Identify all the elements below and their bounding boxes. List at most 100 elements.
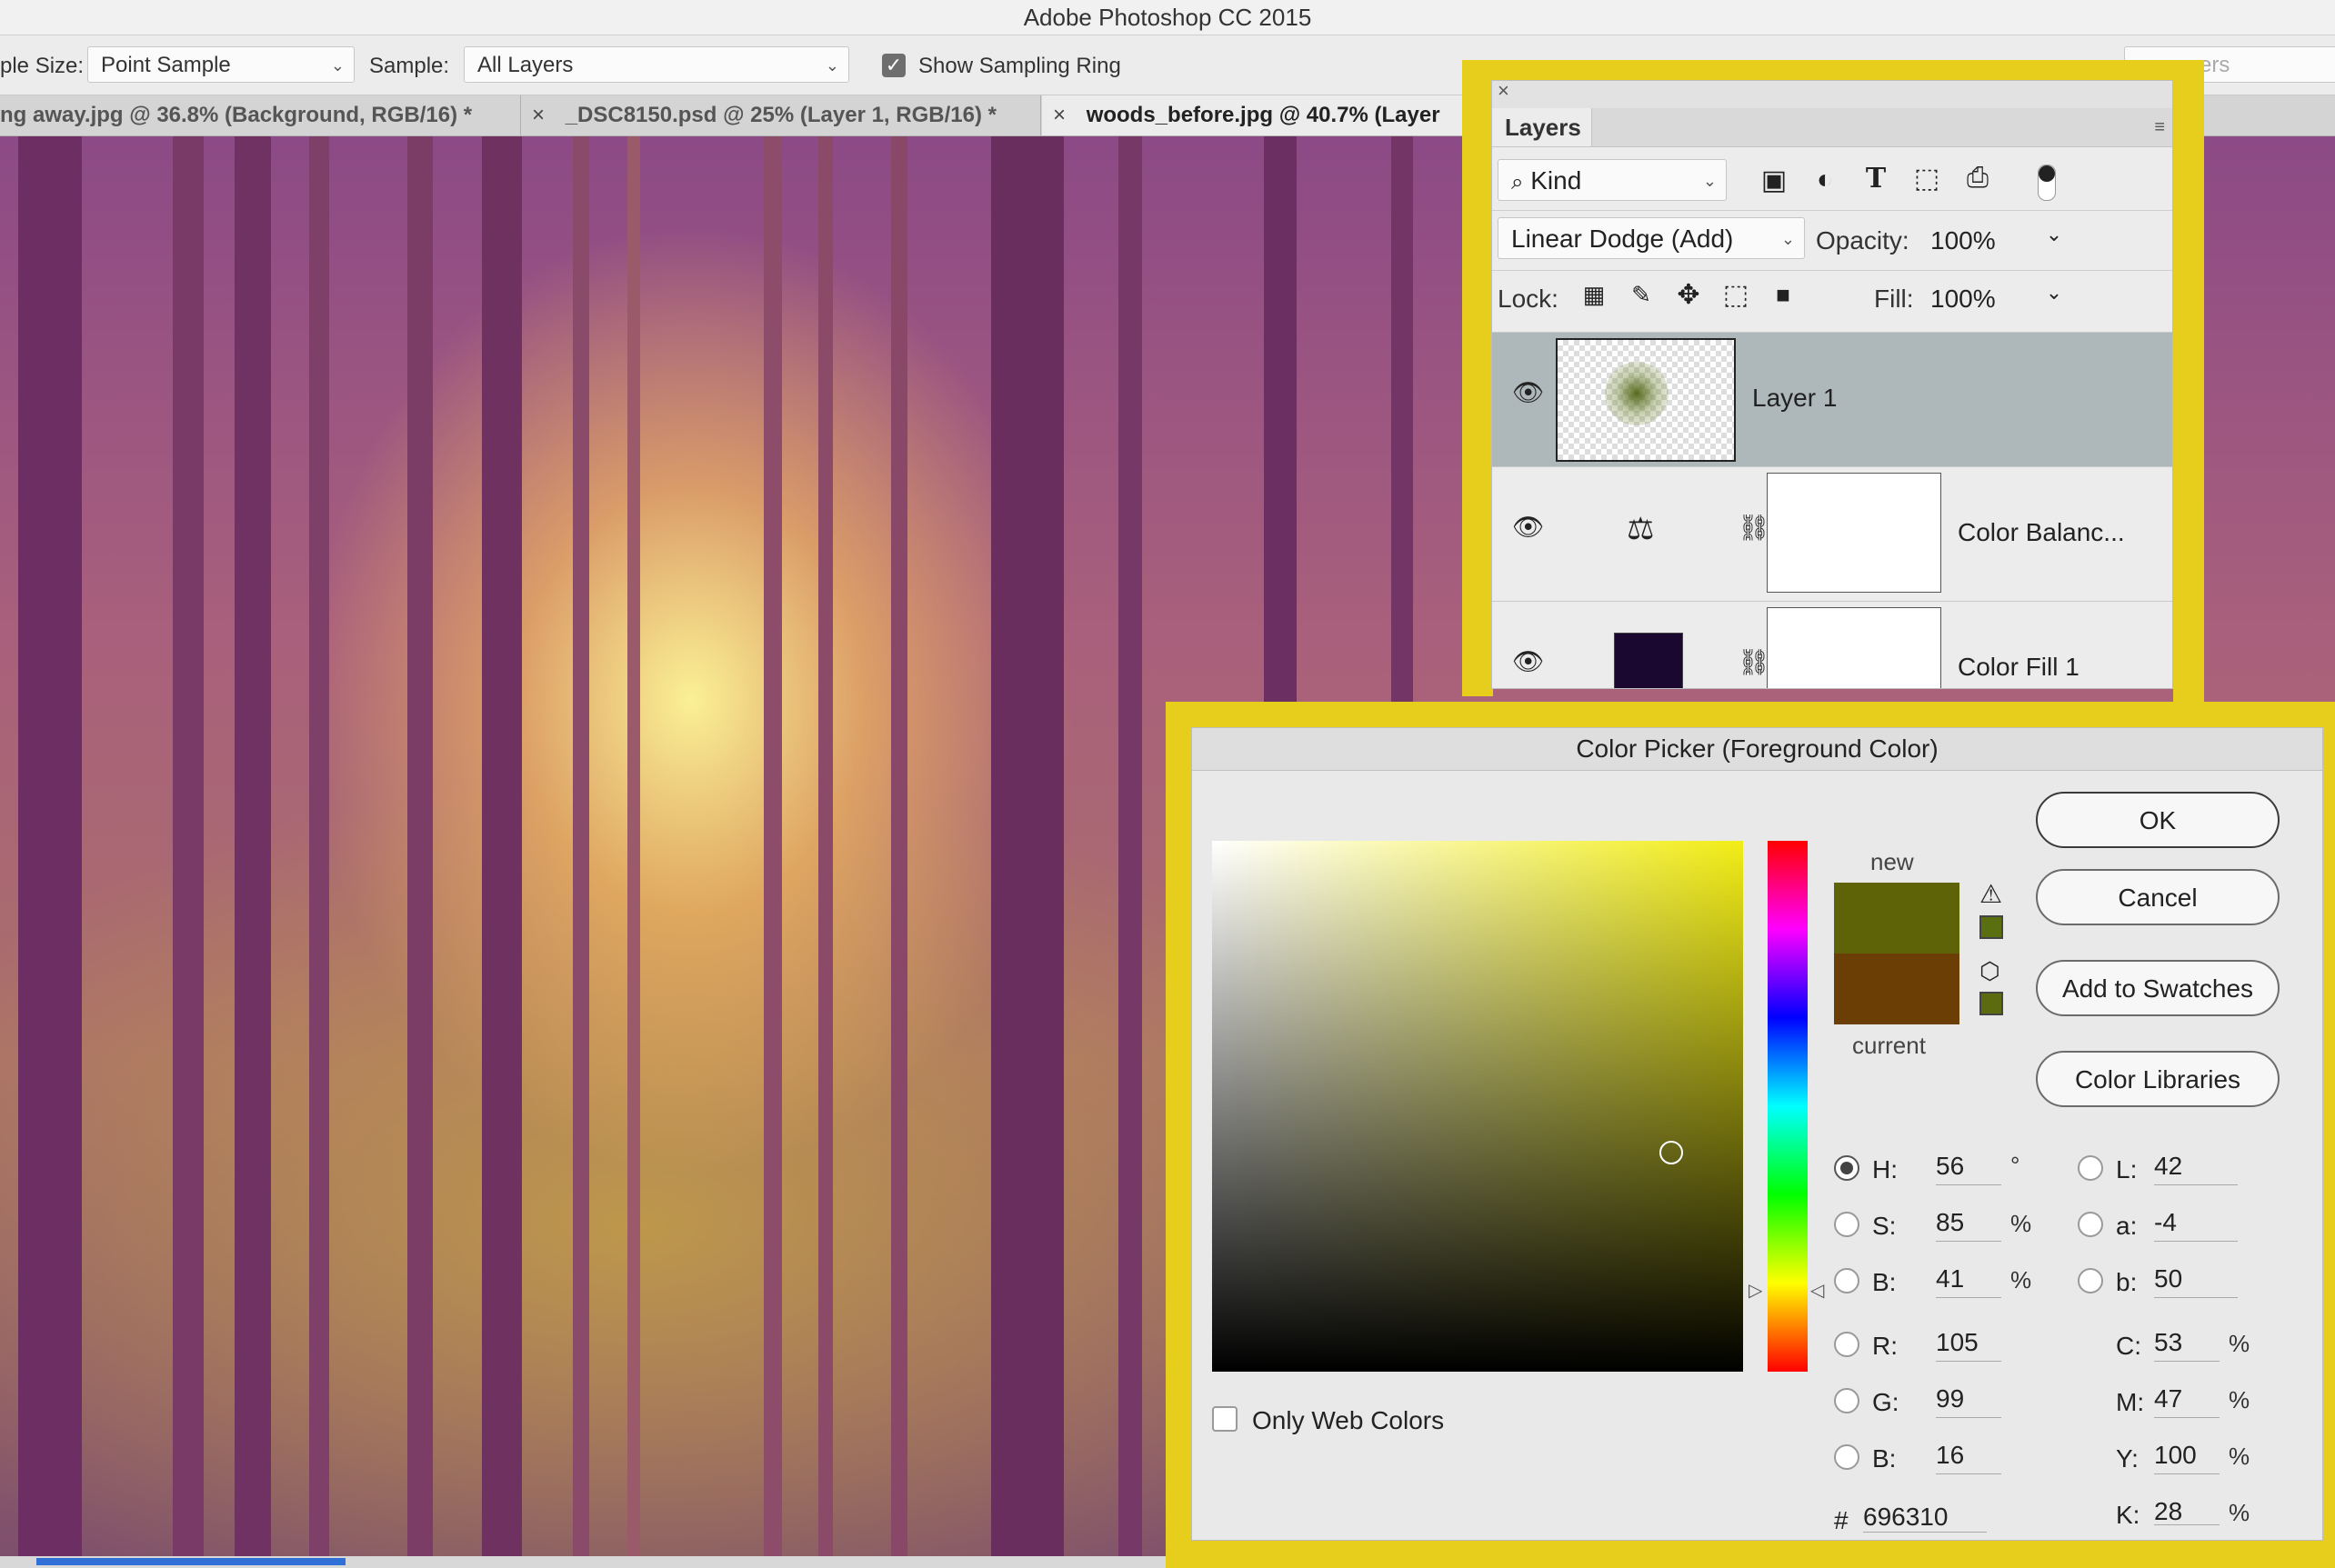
color-fill-swatch bbox=[1614, 633, 1683, 688]
green-field[interactable]: 99 bbox=[1936, 1381, 2001, 1418]
chevron-down-icon[interactable]: ⌄ bbox=[2038, 281, 2070, 305]
brightness-radio[interactable] bbox=[1834, 1268, 1859, 1293]
search-icon: ⌕ bbox=[1511, 170, 1524, 195]
lock-artboard-icon[interactable]: ⬚ bbox=[1719, 279, 1752, 311]
cyan-field[interactable]: 53 bbox=[2154, 1324, 2220, 1362]
chevron-down-icon: ⌄ bbox=[825, 56, 839, 75]
highlight-frame bbox=[1166, 1540, 2335, 1568]
tree-trunk bbox=[573, 136, 589, 1559]
document-tab-1[interactable]: ng away.jpg @ 36.8% (Background, RGB/16)… bbox=[0, 95, 521, 135]
saturation-label: S: bbox=[1872, 1212, 1897, 1240]
layer-row-color-fill[interactable]: 👁 ⛓ Color Fill 1 bbox=[1492, 601, 2172, 688]
layer-mask-thumbnail bbox=[1767, 473, 1941, 593]
hue-slider[interactable] bbox=[1768, 841, 1808, 1372]
lock-image-icon[interactable]: ✎ bbox=[1625, 281, 1658, 309]
lightness-radio[interactable] bbox=[2078, 1155, 2103, 1181]
panel-menu-icon[interactable]: ≡ bbox=[2154, 117, 2165, 138]
cancel-button[interactable]: Cancel bbox=[2036, 869, 2280, 925]
filter-toggle-switch[interactable] bbox=[2038, 165, 2056, 201]
tree-trunk bbox=[18, 136, 82, 1559]
brightness-field[interactable]: 41 bbox=[1936, 1261, 2001, 1298]
cyan-label: C: bbox=[2116, 1332, 2141, 1360]
green-radio[interactable] bbox=[1834, 1388, 1859, 1413]
tree-trunk bbox=[891, 136, 907, 1559]
black-field[interactable]: 28 bbox=[2154, 1493, 2220, 1525]
dialog-title-bar: Color Picker (Foreground Color) bbox=[1192, 728, 2322, 771]
hex-field[interactable]: 696310 bbox=[1863, 1499, 1987, 1533]
sample-select[interactable]: All Layers ⌄ bbox=[464, 46, 849, 83]
hue-slider-left-arrow[interactable]: ▷ bbox=[1749, 1279, 1762, 1302]
layer-kind-filter-select[interactable]: ⌕ Kind ⌄ bbox=[1498, 159, 1727, 201]
web-safe-swatch[interactable] bbox=[1979, 992, 2003, 1015]
layer-thumbnail bbox=[1556, 338, 1736, 462]
blue-radio[interactable] bbox=[1834, 1444, 1859, 1470]
a-channel-field[interactable]: -4 bbox=[2154, 1204, 2238, 1242]
eye-icon[interactable]: 👁 bbox=[1512, 649, 1545, 674]
red-field[interactable]: 105 bbox=[1936, 1324, 2001, 1362]
red-label: R: bbox=[1872, 1332, 1898, 1360]
color-marker-circle[interactable] bbox=[1659, 1141, 1683, 1164]
document-tab-2[interactable]: × _DSC8150.psd @ 25% (Layer 1, RGB/16) * bbox=[521, 95, 1041, 135]
fill-label: Fill: bbox=[1874, 285, 1914, 313]
lock-transparent-icon[interactable]: ▦ bbox=[1578, 281, 1610, 309]
document-tab-3[interactable]: × woods_before.jpg @ 40.7% (Layer bbox=[1042, 95, 1497, 135]
red-radio[interactable] bbox=[1834, 1332, 1859, 1357]
color-libraries-button[interactable]: Color Libraries bbox=[2036, 1051, 2280, 1107]
show-sampling-ring-checkbox[interactable]: ✓ bbox=[882, 54, 906, 77]
eye-icon[interactable]: 👁 bbox=[1512, 514, 1545, 540]
layer-row-color-balance[interactable]: 👁 ⚖ ⛓ Color Balanc... bbox=[1492, 466, 2172, 602]
type-filter-icon[interactable]: T bbox=[1859, 163, 1892, 195]
magenta-field[interactable]: 47 bbox=[2154, 1381, 2220, 1418]
tab-layers[interactable]: Layers bbox=[1492, 108, 1592, 146]
smart-object-filter-icon[interactable]: ⎙ bbox=[1961, 163, 1994, 194]
current-color-swatch[interactable] bbox=[1834, 954, 1959, 1024]
black-label: K: bbox=[2116, 1501, 2140, 1529]
a-channel-radio[interactable] bbox=[2078, 1212, 2103, 1237]
blend-mode-value: Linear Dodge (Add) bbox=[1511, 225, 1734, 253]
hue-slider-right-arrow[interactable]: ◁ bbox=[1810, 1279, 1824, 1302]
saturation-field[interactable]: 85 bbox=[1936, 1204, 2001, 1242]
progress-bar bbox=[36, 1558, 346, 1565]
add-to-swatches-button[interactable]: Add to Swatches bbox=[2036, 960, 2280, 1016]
chevron-down-icon[interactable]: ⌄ bbox=[2038, 223, 2070, 246]
link-icon: ⛓ bbox=[1738, 648, 1770, 676]
b-channel-radio[interactable] bbox=[2078, 1268, 2103, 1293]
saturation-brightness-field[interactable] bbox=[1212, 841, 1743, 1372]
b-channel-field[interactable]: 50 bbox=[2154, 1261, 2238, 1298]
close-icon[interactable]: × bbox=[1498, 81, 1509, 103]
tree-trunk bbox=[991, 136, 1064, 1559]
gamut-warning-icon[interactable]: ⚠ bbox=[1979, 879, 2002, 909]
adjustment-filter-icon[interactable]: ◐ bbox=[1809, 165, 1841, 195]
blue-field[interactable]: 16 bbox=[1936, 1437, 2001, 1474]
hue-field[interactable]: 56 bbox=[1936, 1148, 2001, 1185]
ok-button[interactable]: OK bbox=[2036, 792, 2280, 848]
a-channel-label: a: bbox=[2116, 1212, 2138, 1240]
hue-radio[interactable] bbox=[1834, 1155, 1859, 1181]
saturation-radio[interactable] bbox=[1834, 1212, 1859, 1237]
lightness-field[interactable]: 42 bbox=[2154, 1148, 2238, 1185]
green-blur-spot bbox=[1605, 362, 1669, 425]
sample-value: All Layers bbox=[477, 53, 574, 77]
fill-field[interactable]: 100% bbox=[1930, 285, 1996, 314]
opacity-field[interactable]: 100% bbox=[1930, 226, 1996, 255]
close-icon[interactable]: × bbox=[532, 103, 545, 127]
percent-unit: % bbox=[2229, 1386, 2250, 1413]
shape-filter-icon[interactable]: ⬚ bbox=[1910, 163, 1943, 195]
only-web-colors-checkbox[interactable] bbox=[1212, 1406, 1238, 1432]
yellow-label: Y: bbox=[2116, 1444, 2139, 1473]
layer-row-layer-1[interactable]: 👁 Layer 1 bbox=[1492, 332, 2172, 467]
close-icon[interactable]: × bbox=[1053, 103, 1066, 127]
yellow-field[interactable]: 100 bbox=[2154, 1437, 2220, 1474]
blend-mode-select[interactable]: Linear Dodge (Add) ⌄ bbox=[1498, 217, 1805, 259]
sample-size-select[interactable]: Point Sample ⌄ bbox=[87, 46, 355, 83]
tree-trunk bbox=[1118, 136, 1142, 1559]
lock-position-icon[interactable]: ✥ bbox=[1672, 279, 1705, 311]
layer-name: Layer 1 bbox=[1752, 384, 1838, 412]
hex-label: # bbox=[1834, 1506, 1849, 1534]
gamut-swatch[interactable] bbox=[1979, 915, 2003, 939]
lock-all-icon[interactable]: ■ bbox=[1767, 281, 1799, 309]
sample-size-value: Point Sample bbox=[101, 53, 231, 77]
eye-icon[interactable]: 👁 bbox=[1512, 380, 1545, 405]
web-safe-cube-icon[interactable]: ⬡ bbox=[1979, 957, 2000, 985]
image-filter-icon[interactable]: ▣ bbox=[1758, 165, 1790, 196]
